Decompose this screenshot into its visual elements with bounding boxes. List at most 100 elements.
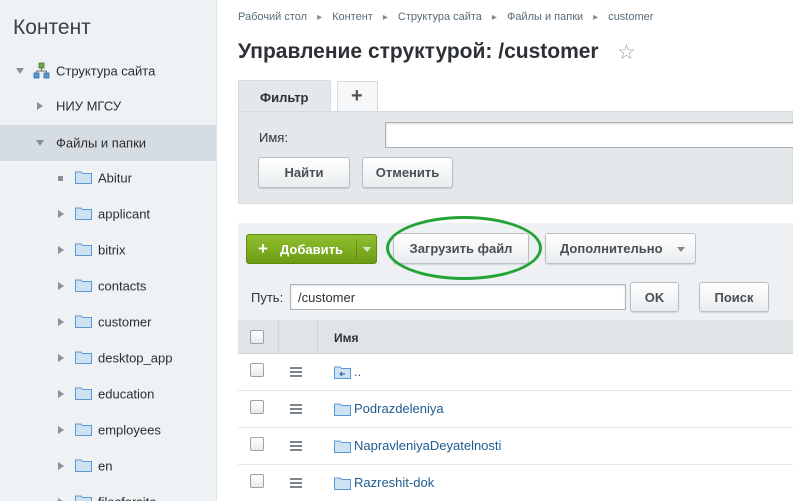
- breadcrumb-item[interactable]: customer: [608, 11, 653, 23]
- row-menu-icon[interactable]: [290, 441, 302, 451]
- select-all-checkbox[interactable]: [250, 330, 264, 344]
- tree-item-en[interactable]: en: [0, 448, 216, 484]
- chevron-right-icon[interactable]: [58, 246, 64, 254]
- breadcrumb-separator-icon: ▸: [593, 12, 599, 23]
- tree-item-site-structure[interactable]: Структура сайта: [0, 53, 216, 89]
- chevron-right-icon[interactable]: [58, 210, 64, 218]
- table-row[interactable]: ..: [238, 354, 793, 391]
- search-button[interactable]: Поиск: [699, 282, 769, 312]
- row-menu-icon[interactable]: [290, 478, 302, 488]
- highlight-annotation-oval: [386, 216, 542, 280]
- tree-item-label: customer: [98, 314, 152, 330]
- tree-item-label: contacts: [98, 278, 147, 294]
- chevron-right-icon[interactable]: [58, 390, 64, 398]
- folder-icon: [334, 477, 351, 490]
- leaf-dot-icon: [58, 176, 63, 181]
- name-input[interactable]: [385, 122, 793, 148]
- chevron-down-icon[interactable]: [36, 140, 44, 146]
- folder-icon: [75, 207, 92, 220]
- chevron-right-icon[interactable]: [37, 102, 43, 110]
- tree-item-education[interactable]: education: [0, 376, 216, 412]
- column-divider: [278, 320, 279, 354]
- tree-item-label: Файлы и папки: [56, 135, 147, 151]
- chevron-right-icon[interactable]: [58, 282, 64, 290]
- path-label: Путь:: [251, 290, 284, 305]
- folder-icon: [75, 351, 92, 364]
- add-filter-tab-button[interactable]: +: [337, 81, 378, 112]
- folder-icon: [75, 423, 92, 436]
- tree-item-label: desktop_app: [98, 350, 173, 366]
- site-structure-icon: [33, 62, 50, 79]
- tree-item-desktop-app[interactable]: desktop_app: [0, 340, 216, 376]
- path-input[interactable]: /customer: [290, 284, 626, 310]
- tree-item-label: Abitur: [98, 170, 132, 186]
- tree-item-label: employees: [98, 422, 161, 438]
- row-menu-icon[interactable]: [290, 404, 302, 414]
- more-actions-button[interactable]: Дополнительно: [545, 233, 696, 264]
- tree-item-customer[interactable]: customer: [0, 304, 216, 340]
- file-name-link[interactable]: ..: [354, 364, 361, 379]
- row-menu-icon[interactable]: [290, 367, 302, 377]
- breadcrumb-item[interactable]: Контент: [332, 11, 373, 23]
- tree-item-bitrix[interactable]: bitrix: [0, 232, 216, 268]
- folder-icon: [75, 495, 92, 501]
- tree-item-employees[interactable]: employees: [0, 412, 216, 448]
- tab-filter[interactable]: Фильтр: [238, 80, 331, 112]
- breadcrumb-item[interactable]: Структура сайта: [398, 11, 482, 23]
- name-label: Имя:: [259, 130, 288, 145]
- tab-filter-label: Фильтр: [260, 90, 309, 105]
- chevron-right-icon[interactable]: [58, 462, 64, 470]
- row-checkbox[interactable]: [250, 474, 264, 488]
- chevron-down-icon[interactable]: [363, 247, 371, 252]
- chevron-right-icon[interactable]: [58, 354, 64, 362]
- chevron-down-icon: [677, 247, 685, 252]
- star-icon[interactable]: ☆: [617, 40, 636, 65]
- tree-item-applicant[interactable]: applicant: [0, 196, 216, 232]
- add-button[interactable]: + Добавить: [246, 234, 377, 264]
- folder-icon: [334, 440, 351, 453]
- tree-item-label: НИУ МГСУ: [56, 98, 122, 114]
- breadcrumb-separator-icon: ▸: [317, 12, 323, 23]
- tree-item-niu-mgsu[interactable]: НИУ МГСУ: [0, 88, 216, 124]
- file-name-link[interactable]: Razreshit-dok: [354, 475, 434, 490]
- folder-icon: [75, 243, 92, 256]
- row-checkbox[interactable]: [250, 437, 264, 451]
- cancel-button[interactable]: Отменить: [362, 157, 453, 188]
- plus-icon: +: [258, 239, 268, 258]
- breadcrumb-separator-icon: ▸: [491, 12, 497, 23]
- add-button-label: Добавить: [280, 242, 343, 257]
- table-row[interactable]: NapravleniyaDeyatelnosti: [238, 428, 793, 465]
- ok-button[interactable]: OK: [630, 282, 679, 312]
- table-row[interactable]: Razreshit-dok: [238, 465, 793, 501]
- column-header-name[interactable]: Имя: [334, 331, 359, 345]
- tree-item-label: education: [98, 386, 155, 402]
- tree-item-label: bitrix: [98, 242, 126, 258]
- more-actions-label: Дополнительно: [560, 241, 663, 256]
- table-header: Имя: [238, 320, 793, 354]
- row-checkbox[interactable]: [250, 400, 264, 414]
- sidebar: Контент Структура сайта НИУ МГСУ Файлы и…: [0, 0, 217, 501]
- tree-item-contacts[interactable]: contacts: [0, 268, 216, 304]
- find-button[interactable]: Найти: [258, 157, 350, 188]
- tree-item-label: en: [98, 458, 113, 474]
- page-title: Управление структурой: /customer: [238, 40, 599, 63]
- breadcrumb-item[interactable]: Рабочий стол: [238, 11, 307, 23]
- tree-item-filesforsite[interactable]: filesforsite: [0, 484, 216, 501]
- tree-item-label: filesforsite: [98, 495, 157, 501]
- breadcrumb: Рабочий стол ▸ Контент ▸ Структура сайта ▸ Фай…: [238, 11, 653, 23]
- tree-item-abitur[interactable]: Abitur: [0, 160, 216, 196]
- folder-icon: [75, 279, 92, 292]
- tree-item-label: Структура сайта: [56, 63, 156, 79]
- breadcrumb-item[interactable]: Файлы и папки: [507, 11, 583, 23]
- column-divider: [317, 320, 318, 354]
- tree-item-label: applicant: [98, 206, 151, 222]
- table-row[interactable]: Podrazdeleniya: [238, 391, 793, 428]
- folder-icon: [75, 387, 92, 400]
- tree-item-files-folders[interactable]: Файлы и папки: [0, 125, 216, 161]
- file-name-link[interactable]: NapravleniyaDeyatelnosti: [354, 438, 501, 453]
- chevron-down-icon[interactable]: [16, 68, 24, 74]
- row-checkbox[interactable]: [250, 363, 264, 377]
- file-name-link[interactable]: Podrazdeleniya: [354, 401, 444, 416]
- chevron-right-icon[interactable]: [58, 318, 64, 326]
- chevron-right-icon[interactable]: [58, 426, 64, 434]
